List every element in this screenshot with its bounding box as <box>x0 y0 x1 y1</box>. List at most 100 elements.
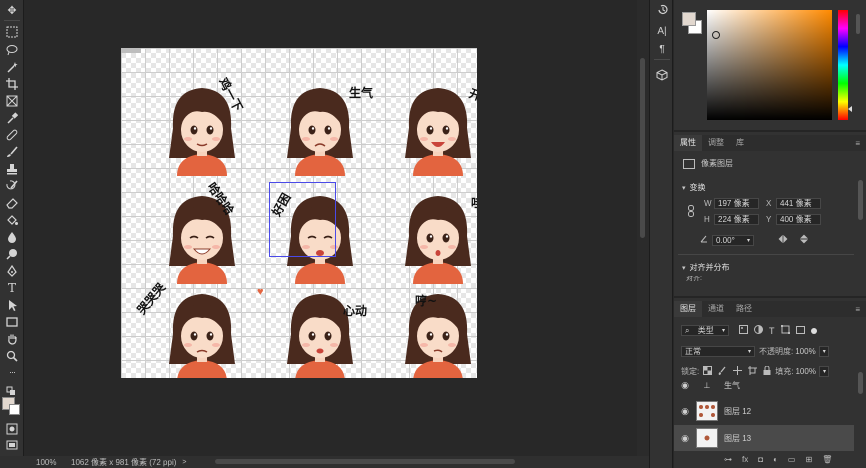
flip-vertical-icon[interactable] <box>800 234 808 246</box>
right-panel-dock: 属性 调整 库 ≡ 像素图层 ▾ 变换 W 197 像素 X 441 像素 H … <box>674 0 866 468</box>
color-picker-field[interactable] <box>707 10 832 120</box>
layer-filter-dropdown[interactable]: ⌕ 类型 ▾ <box>681 325 729 336</box>
panel-foreground-swatch[interactable] <box>682 12 696 26</box>
layer-name[interactable]: 图层 13 <box>724 433 751 444</box>
y-label: Y <box>766 215 772 224</box>
tab-libraries[interactable]: 库 <box>730 135 750 151</box>
tab-paths[interactable]: 路径 <box>730 301 758 317</box>
width-field[interactable]: 197 像素 <box>714 198 759 209</box>
link-dimensions-icon[interactable] <box>688 205 694 219</box>
stamp-icon[interactable] <box>3 161 21 177</box>
magic-wand-icon[interactable] <box>3 59 21 75</box>
paragraph-panel-icon[interactable]: ¶ <box>654 42 670 56</box>
tab-adjustments[interactable]: 调整 <box>702 135 730 151</box>
zoom-icon[interactable] <box>3 348 21 364</box>
rectangle-icon[interactable] <box>3 314 21 330</box>
height-field[interactable]: 224 像素 <box>714 214 759 225</box>
opacity-value[interactable]: 100% <box>795 347 815 356</box>
healing-brush-icon[interactable] <box>3 127 21 143</box>
filter-type-icon[interactable]: T <box>769 326 775 336</box>
zoom-level[interactable]: 100% <box>0 458 56 467</box>
filter-adjustment-icon[interactable] <box>754 325 763 336</box>
move-icon[interactable]: ✥ <box>3 2 21 18</box>
history-brush-icon[interactable] <box>3 178 21 194</box>
layers-menu-icon[interactable]: ≡ <box>855 305 860 314</box>
blur-icon[interactable] <box>3 229 21 245</box>
new-group-icon[interactable]: ▭ <box>788 455 796 464</box>
filter-smart-object-icon[interactable] <box>795 325 805 336</box>
layer-name[interactable]: 生气 <box>724 380 740 391</box>
canvas-area[interactable]: 鸡一下生气开心哈哈哈好困哇?哭哭哭心动哼~♥ <box>25 0 637 456</box>
sticker-cell: 哭哭哭 <box>134 274 261 378</box>
screen-mode-icon[interactable] <box>3 437 21 453</box>
flip-horizontal-icon[interactable] <box>778 235 788 245</box>
crop-icon[interactable] <box>3 76 21 92</box>
blend-mode-dropdown[interactable]: 正常 ▾ <box>681 346 755 357</box>
align-section-header[interactable]: ▾ 对齐并分布 <box>682 262 730 273</box>
tab-properties[interactable]: 属性 <box>674 135 702 151</box>
align-collapse-chevron-icon[interactable]: ▾ <box>682 264 686 272</box>
hue-slider[interactable] <box>838 10 848 120</box>
layer-row-text[interactable]: ◉ ⊥ 生气 <box>674 372 854 398</box>
lasso-icon[interactable] <box>3 42 21 58</box>
layers-scroll-thumb[interactable] <box>858 372 863 394</box>
selection-bounding-box[interactable] <box>269 182 336 257</box>
vertical-scroll-thumb[interactable] <box>640 58 645 238</box>
eyedropper-icon[interactable] <box>3 110 21 126</box>
layer-thumbnail <box>696 428 718 448</box>
document-info: 1062 像素 x 981 像素 (72 ppi) <box>71 457 177 467</box>
transform-section-header[interactable]: ▾ 变换 <box>682 182 706 193</box>
tab-channels[interactable]: 通道 <box>702 301 730 317</box>
panel-menu-icon[interactable]: ≡ <box>855 139 860 148</box>
vertical-scrollbar[interactable] <box>637 0 649 456</box>
visibility-eye-icon[interactable]: ◉ <box>674 406 696 417</box>
layer-style-icon[interactable]: fx <box>742 455 748 464</box>
path-select-icon[interactable] <box>3 297 21 313</box>
filter-shape-icon[interactable] <box>780 325 790 336</box>
delete-layer-icon[interactable]: 🗑 <box>822 455 832 464</box>
hand-icon[interactable] <box>3 331 21 347</box>
visibility-eye-icon[interactable]: ◉ <box>674 433 696 444</box>
document-canvas[interactable]: 鸡一下生气开心哈哈哈好困哇?哭哭哭心动哼~♥ <box>121 48 477 378</box>
brush-icon[interactable] <box>3 144 21 160</box>
filter-pixel-icon[interactable] <box>739 325 748 336</box>
horizontal-scroll-thumb[interactable] <box>215 459 515 464</box>
eraser-icon[interactable] <box>3 195 21 211</box>
girl-sticker-illustration <box>405 196 471 284</box>
collapse-chevron-icon[interactable]: ▾ <box>682 184 686 192</box>
background-color-swatch[interactable] <box>9 404 20 415</box>
hue-slider-marker[interactable] <box>848 106 852 112</box>
filter-toggle-icon[interactable] <box>810 327 817 334</box>
angle-dropdown-icon[interactable]: ▾ <box>747 236 750 245</box>
layer-row-selected[interactable]: ◉ 图层 13 <box>674 425 854 451</box>
new-adjustment-icon[interactable]: ◐ <box>773 455 778 464</box>
height-row: H 224 像素 Y 400 像素 <box>704 214 821 225</box>
new-layer-icon[interactable]: ⊞ <box>805 455 812 464</box>
type-icon[interactable]: T <box>3 280 21 296</box>
link-layers-icon[interactable]: ⊶ <box>724 455 732 464</box>
layer-row[interactable]: ◉ 图层 12 <box>674 398 854 424</box>
angle-value: 0.00° <box>716 235 735 245</box>
properties-scroll-thumb[interactable] <box>858 180 863 220</box>
pen-icon[interactable] <box>3 263 21 279</box>
opacity-dropdown-chevron-icon[interactable]: ▾ <box>818 346 829 357</box>
history-icon[interactable] <box>654 2 670 16</box>
x-field[interactable]: 441 像素 <box>776 198 821 209</box>
dodge-icon[interactable] <box>3 246 21 262</box>
color-picker-cursor[interactable] <box>712 31 720 39</box>
3d-icon[interactable] <box>654 68 670 82</box>
panel-separator-2 <box>674 296 866 298</box>
status-menu-arrow[interactable]: > <box>182 459 186 466</box>
y-field[interactable]: 400 像素 <box>776 214 821 225</box>
add-mask-icon[interactable]: ◘ <box>758 455 763 464</box>
visibility-eye-icon[interactable]: ◉ <box>674 380 696 391</box>
more-icon[interactable]: ··· <box>3 364 21 380</box>
angle-field[interactable]: 0.00° ▾ <box>712 234 754 246</box>
tab-layers[interactable]: 图层 <box>674 301 702 317</box>
layer-name[interactable]: 图层 12 <box>724 406 751 417</box>
character-panel-icon[interactable]: A| <box>654 24 670 38</box>
paint-bucket-icon[interactable] <box>3 212 21 228</box>
frame-icon[interactable] <box>3 93 21 109</box>
quick-mask-icon[interactable] <box>3 421 21 437</box>
marquee-icon[interactable] <box>3 24 21 40</box>
